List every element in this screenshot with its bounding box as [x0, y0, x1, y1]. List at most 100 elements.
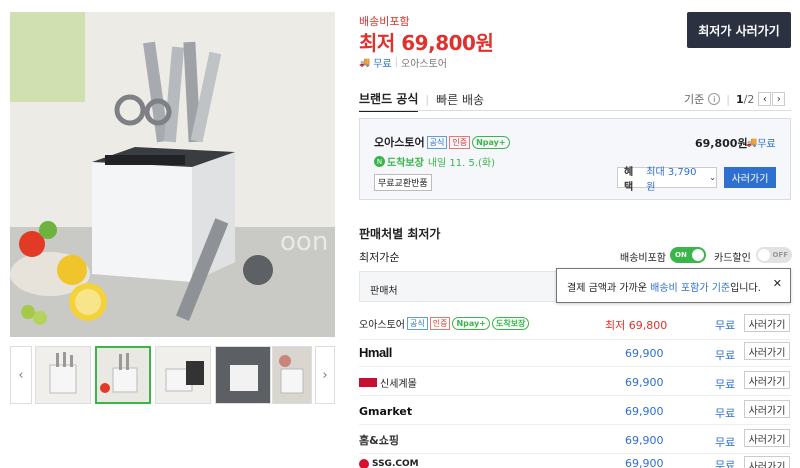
seller-row-6[interactable]: SSG.COM 69,900 무료 사러가기 [359, 452, 791, 468]
thumbnail-4[interactable] [215, 346, 271, 404]
seller-shipping: 무료 [715, 459, 736, 468]
tooltip-suffix: 입니다. [730, 283, 761, 294]
knife-block-image: oon [10, 12, 335, 337]
pager-prev-button[interactable]: ‹ [758, 92, 772, 106]
chevron-down-icon: ⌄ [709, 173, 716, 182]
seller-row-2[interactable]: Hmall 69,900 무료 사러가기 [359, 339, 791, 367]
lowest-price: 최저 69,800원 [359, 31, 494, 55]
featured-store-line: 오아스토어 공식 인증 Npay+ [374, 134, 510, 150]
official-tag: 공식 [407, 316, 428, 330]
seller-shipping: 무료 [715, 436, 736, 449]
seller-shipping: 무료 [715, 407, 736, 420]
seller-price: 69,900 [625, 347, 664, 360]
buy-lowest-button[interactable]: 최저가 사러가기 [687, 12, 791, 48]
svg-text:oon: oon [280, 227, 328, 257]
seller-price: 69,900 [625, 457, 664, 468]
chevron-left-icon: ‹ [762, 93, 767, 105]
seller-row-4[interactable]: Gmarket 69,900 무료 사러가기 [359, 397, 791, 425]
seller-row-5[interactable]: 홈&쇼핑 69,900 무료 사러가기 [359, 426, 791, 454]
ssg-logo-icon [359, 377, 377, 387]
pager-current: 1 [735, 92, 744, 106]
shipping-included-toggle[interactable]: ON [670, 247, 706, 263]
chevron-right-icon: › [322, 367, 328, 383]
thumbnail-strip: ‹ › [10, 346, 335, 408]
cert-tag: 인증 [429, 316, 451, 330]
seller-buy-button[interactable]: 사러가기 [744, 456, 790, 468]
seller-price: 69,900 [625, 405, 664, 418]
info-icon[interactable]: i [708, 93, 721, 105]
arrival-date: 내일 11. 5.(화) [427, 158, 496, 169]
seller-name[interactable]: Gmarket [359, 405, 412, 418]
seller-name[interactable]: 오아스토어 [359, 316, 405, 331]
pager-total: 2 [747, 92, 755, 106]
seller-name[interactable]: 신세계몰 [380, 375, 417, 390]
seller-shipping: 무료 [715, 349, 736, 362]
card-discount-toggle[interactable]: OFF [756, 247, 792, 263]
seller-row-3[interactable]: 신세계몰 69,900 무료 사러가기 [359, 368, 791, 396]
arrival-badge: 도착보장 [491, 316, 530, 330]
tooltip-link[interactable]: 배송비 포함가 기준 [650, 283, 730, 294]
delivery-line: 🚚 무료 | 오아스토어 [359, 57, 447, 70]
tab-brand-official[interactable]: 브랜드 공식 [359, 90, 419, 112]
seller-shipping: 무료 [715, 319, 736, 332]
benefit-dropdown[interactable]: 혜택 최대 3,790원 ⌄ [617, 167, 717, 193]
pager-next-button[interactable]: › [772, 92, 786, 106]
tabs: 브랜드 공식 | 빠른 배송 [359, 90, 484, 112]
tab-fast-delivery[interactable]: 빠른 배송 [436, 91, 484, 111]
featured-shipping-text: 무료 [757, 139, 776, 150]
seller-buy-button[interactable]: 사러가기 [744, 314, 790, 332]
benefit-label: 혜택 [624, 166, 634, 193]
card-discount-label: 카드할인 [714, 253, 751, 264]
seller-buy-button[interactable]: 사러가기 [744, 429, 790, 447]
seller-name[interactable]: Hmall [359, 345, 392, 360]
seller-price: 69,900 [625, 376, 664, 389]
criteria-label: 기준 [684, 93, 705, 106]
chevron-right-icon: › [776, 93, 781, 105]
thumbnail-prev-button[interactable]: ‹ [10, 346, 32, 404]
toggle-off-text: OFF [772, 251, 788, 259]
toggle-on-text: ON [675, 251, 687, 259]
arrival-line: N 도착보장 내일 11. 5.(화) [374, 154, 495, 169]
seller-buy-button[interactable]: 사러가기 [744, 342, 790, 360]
seller-row-1[interactable]: 오아스토어 공식 인증 Npay+ 도착보장 최저 69,800 무료 사러가기 [359, 312, 791, 340]
official-tag: 공식 [426, 135, 448, 149]
delivery-seller: 오아스토어 [401, 59, 447, 70]
npay-badge: Npay+ [472, 135, 510, 149]
featured-shipping: 🚚 무료 [746, 135, 776, 151]
seller-buy-button[interactable]: 사러가기 [744, 371, 790, 389]
seller-shipping: 무료 [715, 378, 736, 391]
sort-label[interactable]: 최저가순 [359, 249, 399, 265]
tooltip-prefix: 결제 금액과 가까운 [567, 283, 651, 294]
cert-tag: 인증 [449, 135, 471, 149]
featured-store-name[interactable]: 오아스토어 [374, 134, 425, 150]
thumbnail-2[interactable] [95, 346, 151, 404]
seller-name[interactable]: 홈&쇼핑 [359, 432, 399, 448]
seller-section-title: 판매처별 최저가 [359, 227, 441, 241]
seller-header: 판매처 [359, 271, 569, 302]
seller-price: 최저 69,800 [605, 319, 668, 332]
truck-icon: 🚚 [746, 137, 758, 148]
shipping-included-filter-label: 배송비포함 [620, 253, 666, 264]
seller-price: 69,900 [625, 434, 664, 447]
product-main-image[interactable]: oon [10, 12, 335, 337]
thumbnail-1[interactable] [35, 346, 91, 404]
ssg-logo-icon [359, 459, 369, 468]
thumbnail-3[interactable] [155, 346, 211, 404]
thumbnail-next-button[interactable]: › [315, 346, 335, 404]
free-delivery-text: 무료 [373, 59, 392, 70]
chevron-left-icon: ‹ [18, 367, 24, 383]
truck-icon: 🚚 [359, 57, 371, 68]
arrival-brand: 도착보장 [387, 158, 424, 169]
free-exchange-badge: 무료교환반품 [374, 174, 432, 191]
npay-badge: Npay+ [452, 316, 490, 330]
tabs-divider [359, 110, 791, 111]
seller-name[interactable]: SSG.COM [372, 459, 419, 468]
shipping-tooltip: 결제 금액과 가까운 배송비 포함가 기준입니다. ✕ [556, 268, 791, 303]
arrival-check-icon: N [374, 156, 385, 167]
featured-buy-button[interactable]: 사러가기 [724, 167, 776, 188]
criteria-pager: 기준 i | 1 / 2 ‹ › [684, 91, 786, 107]
thumbnail-5[interactable] [272, 346, 312, 404]
seller-buy-button[interactable]: 사러가기 [744, 400, 790, 418]
featured-price: 69,800원 [695, 137, 748, 150]
close-icon[interactable]: ✕ [773, 277, 782, 290]
